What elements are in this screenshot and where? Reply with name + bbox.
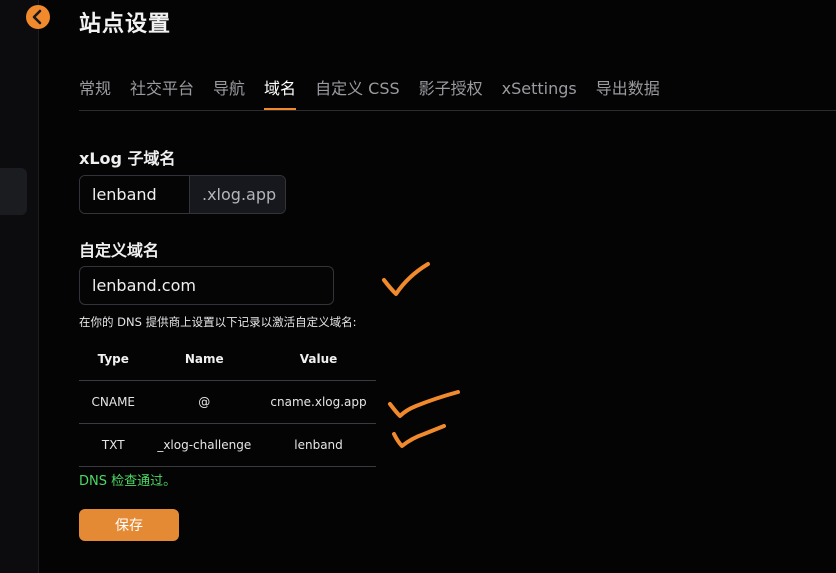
checkmark-annotation-icon [392,424,446,448]
column-header-value: Value [261,338,376,381]
dns-records-table: Type Name Value CNAME @ cname.xlog.app T… [79,338,376,467]
tab-xsettings[interactable]: xSettings [502,78,577,109]
tab-custom-css[interactable]: 自定义 CSS [315,78,400,109]
sidebar-active-item[interactable] [0,168,27,215]
tab-domain[interactable]: 域名 [264,78,297,110]
tab-export-data[interactable]: 导出数据 [596,78,660,109]
back-button[interactable] [26,5,50,29]
checkmark-annotation-icon [388,390,460,418]
column-header-type: Type [79,338,148,381]
dns-instructions: 在你的 DNS 提供商上设置以下记录以激活自定义域名: [79,315,357,329]
table-header-row: Type Name Value [79,338,376,381]
record-name: @ [147,380,262,424]
record-value: cname.xlog.app [261,380,376,424]
custom-domain-input[interactable] [79,266,334,305]
dns-check-status: DNS 检查通过。 [79,474,177,489]
sidebar [0,0,39,573]
custom-domain-label: 自定义域名 [79,241,160,260]
checkmark-annotation-icon [382,262,430,296]
record-type: CNAME [79,380,148,424]
column-header-name: Name [147,338,262,381]
site-settings-page: 站点设置 常规 社交平台 导航 域名 自定义 CSS 影子授权 xSetting… [0,0,836,573]
tab-shadow-authorization[interactable]: 影子授权 [419,78,483,109]
table-row: TXT _xlog-challenge lenband [79,423,376,467]
table-row: CNAME @ cname.xlog.app [79,380,376,424]
tab-social-platforms[interactable]: 社交平台 [130,78,194,109]
tab-general[interactable]: 常规 [79,78,111,109]
subdomain-input[interactable] [80,176,190,213]
record-type: TXT [79,423,148,467]
chevron-left-icon [32,9,42,25]
subdomain-suffix: .xlog.app [190,176,285,213]
tab-navigation[interactable]: 导航 [213,78,245,109]
record-value: lenband [261,423,376,467]
page-title: 站点设置 [79,12,172,37]
subdomain-field-group: .xlog.app [79,175,286,214]
settings-tabs: 常规 社交平台 导航 域名 自定义 CSS 影子授权 xSettings 导出数… [79,78,836,111]
save-button[interactable]: 保存 [79,509,179,541]
record-name: _xlog-challenge [147,423,262,467]
subdomain-label: xLog 子域名 [79,149,176,168]
